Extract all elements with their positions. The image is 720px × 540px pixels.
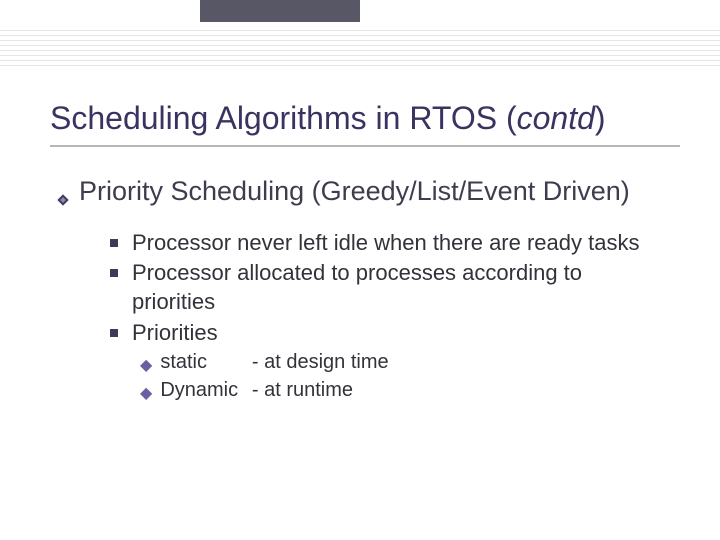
- diamond-bullet-icon: [55, 183, 71, 217]
- small-diamond-icon: ◆: [140, 355, 152, 377]
- level1-text: Priority Scheduling (Greedy/List/Event D…: [79, 175, 630, 209]
- slide-title-text: Scheduling Algorithms in RTOS (contd): [50, 100, 690, 137]
- level3-desc: - at runtime: [252, 379, 353, 401]
- level3-desc: - at design time: [252, 351, 389, 373]
- title-close: ): [595, 100, 606, 136]
- slide-body: Priority Scheduling (Greedy/List/Event D…: [55, 175, 665, 404]
- level3-label: static: [160, 349, 246, 376]
- bullet-level2: Priorities: [110, 319, 665, 348]
- header-lines: [0, 30, 720, 70]
- slide-title: Scheduling Algorithms in RTOS (contd): [50, 100, 690, 147]
- bullet-level2: Processor allocated to processes accordi…: [110, 259, 665, 316]
- level2-text: Processor never left idle when there are…: [132, 229, 639, 258]
- bullet-level2-list: Processor never left idle when there are…: [110, 229, 665, 347]
- bullet-level3-list: ◆ static - at design time ◆ Dynamic - at…: [140, 349, 665, 404]
- title-italic: contd: [517, 100, 595, 136]
- level3-text: Dynamic - at runtime: [160, 377, 353, 404]
- square-bullet-icon: [110, 329, 118, 337]
- header-graphic: [0, 0, 720, 78]
- bullet-level3: ◆ Dynamic - at runtime: [140, 377, 665, 405]
- bullet-level2: Processor never left idle when there are…: [110, 229, 665, 258]
- bullet-level1: Priority Scheduling (Greedy/List/Event D…: [55, 175, 665, 217]
- level3-text: static - at design time: [160, 349, 388, 376]
- bullet-level3: ◆ static - at design time: [140, 349, 665, 377]
- presentation-slide: Scheduling Algorithms in RTOS (contd) Pr…: [0, 0, 720, 540]
- title-main: Scheduling Algorithms in RTOS (: [50, 100, 517, 136]
- small-diamond-icon: ◆: [140, 383, 152, 405]
- level3-label: Dynamic: [160, 377, 246, 404]
- title-underline: [50, 145, 680, 147]
- level2-text: Priorities: [132, 319, 218, 348]
- square-bullet-icon: [110, 269, 118, 277]
- level2-text: Processor allocated to processes accordi…: [132, 259, 665, 316]
- header-accent-box: [200, 0, 360, 22]
- square-bullet-icon: [110, 239, 118, 247]
